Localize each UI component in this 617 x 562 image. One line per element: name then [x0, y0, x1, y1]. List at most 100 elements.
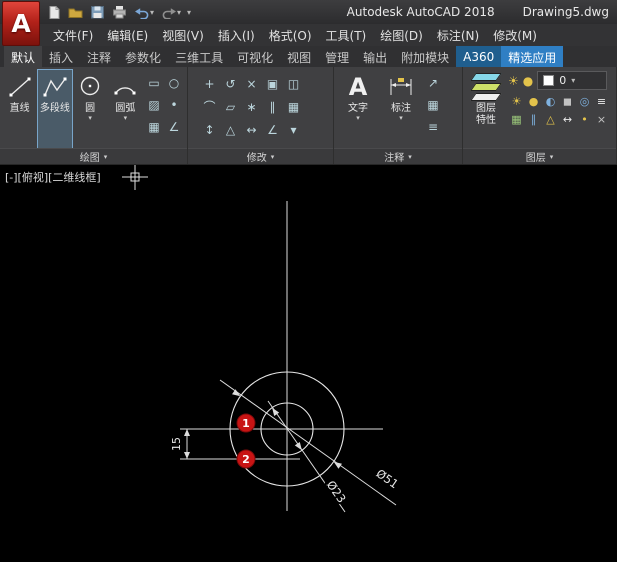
tab-parametric[interactable]: 参数化 — [118, 46, 168, 67]
draw-panel-body: 直线 多段线 圆 ▾ — [0, 67, 187, 148]
text-tool-button[interactable]: A 文字 ▾ — [337, 70, 379, 148]
drawing-viewport[interactable]: 15 Ø51 Ø23 1 2 — [0, 165, 617, 562]
lengthen-tool-icon[interactable]: ↔ — [241, 118, 262, 141]
menu-view[interactable]: 视图(V) — [155, 25, 211, 46]
tab-featured-apps[interactable]: 精选应用 — [501, 46, 563, 67]
hatch-tool-icon[interactable]: ▨ — [144, 94, 164, 116]
layer-off-icon[interactable]: ● — [525, 92, 542, 110]
dim-offset-text[interactable]: 15 — [170, 437, 183, 451]
layer-on-icon[interactable]: ☀ — [508, 74, 519, 88]
layer-delete-icon[interactable]: × — [593, 110, 610, 128]
region-tool-icon[interactable]: ▦ — [144, 116, 164, 138]
circle-icon — [77, 72, 103, 102]
undo-flyout-caret-icon[interactable]: ▾ — [150, 8, 154, 17]
layer-vpfreeze-icon[interactable]: △ — [542, 110, 559, 128]
plot-button[interactable] — [111, 3, 128, 21]
rotate-tool-icon[interactable]: ↺ — [220, 72, 241, 95]
qat-customize-caret-icon[interactable]: ▾ — [187, 8, 191, 17]
point-tool-icon[interactable]: • — [164, 94, 184, 116]
dimension-tool-button[interactable]: 标注 ▾ — [381, 70, 421, 148]
dim-outer-text[interactable]: Ø51 — [374, 466, 401, 491]
dimension-offset-15[interactable]: 15 — [170, 429, 190, 459]
layer-match-icon[interactable]: ◎ — [576, 92, 593, 110]
stretch-tool-icon[interactable]: ↕ — [199, 118, 220, 141]
tab-addins[interactable]: 附加模块 — [394, 46, 456, 67]
move-tool-icon[interactable]: + — [199, 72, 220, 95]
circle-tool-button[interactable]: 圆 ▾ — [74, 70, 107, 148]
new-file-icon — [47, 5, 61, 20]
line-tool-button[interactable]: 直线 — [3, 70, 36, 148]
menu-edit[interactable]: 编辑(E) — [100, 25, 155, 46]
title-bar: A — [0, 0, 617, 24]
layer-properties-button[interactable]: 图层 特性 — [466, 70, 506, 148]
layer-state-row: ☀ ● 0 ▾ — [508, 71, 610, 90]
layer-walk-icon[interactable]: ▦ — [508, 110, 525, 128]
menu-tools[interactable]: 工具(T) — [319, 25, 374, 46]
layers-panel: 图层 特性 ☀ ● 0 ▾ ☀ ● — [463, 67, 617, 164]
layer-properties-label-2: 特性 — [476, 115, 496, 126]
erase-tool-icon[interactable]: ▱ — [220, 95, 241, 118]
explode-tool-icon[interactable]: ∗ — [241, 95, 262, 118]
arc-tool-button[interactable]: 圆弧 ▾ — [109, 70, 142, 148]
polyline-tool-button[interactable]: 多段线 — [38, 70, 71, 148]
tab-3d-tools[interactable]: 三维工具 — [168, 46, 230, 67]
redo-flyout-caret-icon[interactable]: ▾ — [177, 8, 181, 17]
layer-select-dropdown[interactable]: 0 ▾ — [537, 71, 607, 90]
dimension-diameter-51[interactable]: Ø51 — [220, 380, 401, 505]
save-button[interactable] — [89, 3, 106, 21]
open-file-button[interactable] — [67, 3, 84, 21]
menu-insert[interactable]: 插入(I) — [211, 25, 262, 46]
draw-panel-footer[interactable]: 绘图 ▾ — [0, 148, 187, 164]
text-icon-glyph: A — [349, 74, 368, 100]
modify-more-caret-icon[interactable]: ▾ — [283, 118, 304, 141]
trim-tool-icon[interactable]: × — [241, 72, 262, 95]
tab-home[interactable]: 默认 — [4, 46, 42, 67]
leader-tool-icon[interactable]: ↗ — [423, 72, 443, 94]
dim-inner-text[interactable]: Ø23 — [324, 478, 349, 505]
annotate-panel-footer[interactable]: 注释 ▾ — [334, 148, 462, 164]
scale-tool-icon[interactable]: △ — [220, 118, 241, 141]
layer-lock-icon[interactable]: ◼ — [559, 92, 576, 110]
layer-prev-icon[interactable]: ↔ — [559, 110, 576, 128]
menu-format[interactable]: 格式(O) — [262, 25, 319, 46]
window-title: Autodesk AutoCAD 2018 Drawing5.dwg — [347, 5, 617, 19]
layers-panel-footer[interactable]: 图层 ▾ — [463, 148, 616, 164]
layer-merge-icon[interactable]: ∥ — [525, 110, 542, 128]
menu-draw[interactable]: 绘图(D) — [373, 25, 430, 46]
ellipse-tool-icon[interactable]: ○ — [164, 72, 184, 94]
circle-tool-label: 圆 — [85, 103, 95, 114]
menu-bar: 文件(F) 编辑(E) 视图(V) 插入(I) 格式(O) 工具(T) 绘图(D… — [0, 24, 617, 46]
modify-panel-footer[interactable]: 修改 ▾ — [188, 148, 333, 164]
measure-tool-icon[interactable]: ∠ — [262, 118, 283, 141]
rectangle-tool-icon[interactable]: ▭ — [144, 72, 164, 94]
offset-tool-icon[interactable]: ∥ — [262, 95, 283, 118]
tab-view[interactable]: 视图 — [280, 46, 318, 67]
tab-visualize[interactable]: 可视化 — [230, 46, 280, 67]
layer-isolate-icon[interactable]: ◐ — [542, 92, 559, 110]
copy-tool-icon[interactable]: ▣ — [262, 72, 283, 95]
table-tool-icon[interactable]: ▦ — [423, 94, 443, 116]
array-tool-icon[interactable]: ▦ — [283, 95, 304, 118]
layer-states-icon[interactable]: ≡ — [593, 92, 610, 110]
layer-current-icon[interactable]: • — [576, 110, 593, 128]
centerline-tool-icon[interactable]: ∠ — [164, 116, 184, 138]
text-style-icon[interactable]: ≡ — [423, 116, 443, 138]
viewport-controls[interactable]: [-][俯视][二维线框] — [5, 169, 101, 185]
redo-button[interactable]: ▾ — [160, 3, 182, 21]
menu-modify[interactable]: 修改(M) — [486, 25, 544, 46]
tab-a360[interactable]: A360 — [456, 46, 501, 67]
tab-output[interactable]: 输出 — [356, 46, 394, 67]
layer-bulb-icon[interactable]: ● — [523, 74, 533, 88]
layer-freeze-icon[interactable]: ☀ — [508, 92, 525, 110]
fillet-tool-icon[interactable]: ⌒ — [199, 95, 220, 118]
mirror-tool-icon[interactable]: ◫ — [283, 72, 304, 95]
undo-button[interactable]: ▾ — [133, 3, 155, 21]
application-menu-button[interactable]: A — [2, 1, 40, 46]
menu-file[interactable]: 文件(F) — [46, 25, 100, 46]
tab-manage[interactable]: 管理 — [318, 46, 356, 67]
tab-insert[interactable]: 插入 — [42, 46, 80, 67]
tab-annotate[interactable]: 注释 — [80, 46, 118, 67]
menu-dimension[interactable]: 标注(N) — [430, 25, 486, 46]
new-file-button[interactable] — [46, 3, 62, 21]
drawing-canvas[interactable]: [-][俯视][二维线框] 15 — [0, 165, 617, 562]
